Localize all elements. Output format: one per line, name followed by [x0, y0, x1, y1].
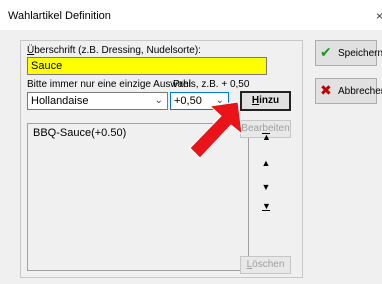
choice-label: Bitte immer nur eine einzige Auswahl	[27, 79, 191, 90]
choice-value: Hollandaise	[31, 95, 89, 107]
move-top-icon[interactable]: ▲	[256, 127, 276, 147]
add-button[interactable]: Hinzu	[240, 91, 291, 111]
heading-label: Überschrift (z.B. Dressing, Nudelsorte):	[27, 45, 201, 56]
delete-button: Löschen	[240, 256, 291, 274]
heading-input[interactable]: Sauce	[27, 57, 267, 75]
close-icon[interactable]: ×	[376, 9, 382, 23]
checkmark-icon: ✔	[320, 44, 332, 60]
cancel-button[interactable]: ✖ Abbrechen	[315, 78, 382, 104]
red-x-icon: ✖	[320, 82, 332, 98]
move-down-icon[interactable]: ▼	[256, 177, 276, 197]
save-button-label: Speichern	[338, 48, 382, 59]
callout-arrow-icon	[189, 101, 243, 159]
price-label: Preis, z.B. + 0,50	[173, 79, 250, 90]
cancel-button-label: Abbrechen	[338, 86, 382, 97]
choice-combo[interactable]: Hollandaise ⌄	[27, 92, 168, 110]
move-up-icon[interactable]: ▲	[256, 153, 276, 173]
window-title: Wahlartikel Definition	[8, 10, 111, 22]
list-item[interactable]: BBQ-Sauce(+0.50)	[33, 127, 126, 139]
chevron-down-icon[interactable]: ⌄	[155, 93, 163, 109]
move-bottom-icon[interactable]: ▼	[256, 200, 276, 220]
save-button[interactable]: ✔ Speichern	[315, 40, 382, 66]
dialog-client: Überschrift (z.B. Dressing, Nudelsorte):…	[0, 30, 382, 284]
title-bar: Wahlartikel Definition ×	[0, 0, 382, 30]
